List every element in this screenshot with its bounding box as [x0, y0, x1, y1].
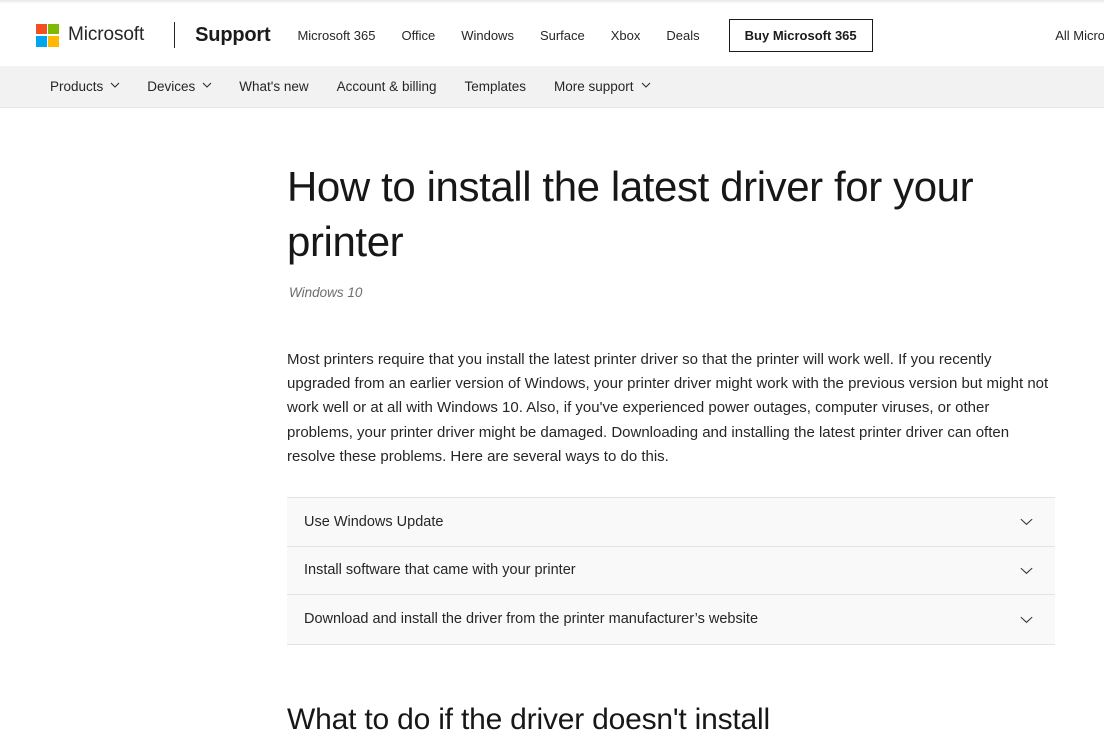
microsoft-wordmark: Microsoft: [68, 24, 145, 45]
support-home-link[interactable]: Support: [195, 24, 270, 47]
catnav-item-products[interactable]: Products: [36, 66, 133, 108]
chevron-down-icon[interactable]: [1018, 513, 1035, 530]
accordion-label: Download and install the driver from the…: [304, 611, 759, 628]
chevron-down-icon: [110, 80, 120, 89]
header-link-surface[interactable]: Surface: [527, 22, 598, 49]
header-divider: [174, 22, 176, 48]
header-right-group: All Microsoft: [1055, 4, 1104, 66]
chevron-down-icon[interactable]: [1018, 611, 1035, 628]
logo-square-green: [48, 23, 59, 35]
header-link-windows[interactable]: Windows: [448, 22, 527, 49]
chevron-down-icon: [202, 80, 212, 89]
accordion-list: Use Windows Update Install software that…: [287, 497, 1055, 645]
accordion-item-install-software[interactable]: Install software that came with your pri…: [287, 546, 1055, 596]
section-title: What to do if the driver doesn't install: [287, 702, 770, 736]
accordion-item-download-driver[interactable]: Download and install the driver from the…: [287, 595, 1055, 644]
header-link-xbox[interactable]: Xbox: [598, 22, 654, 49]
catnav-item-more-support[interactable]: More support: [540, 66, 664, 108]
accordion-item-use-windows-update[interactable]: Use Windows Update: [287, 498, 1055, 547]
catnav-label: Templates: [464, 78, 526, 94]
catnav-label: What's new: [239, 78, 309, 94]
catnav-label: Devices: [147, 78, 196, 94]
header-link-office[interactable]: Office: [388, 22, 448, 49]
accordion-label: Install software that came with your pri…: [304, 562, 576, 579]
catnav-label: Account & billing: [336, 78, 437, 94]
catnav-label: More support: [554, 78, 634, 94]
category-nav: Products Devices What's new Account & bi…: [0, 66, 1104, 108]
all-microsoft-link[interactable]: All Microsoft: [1055, 28, 1104, 43]
chevron-down-icon[interactable]: [1018, 562, 1035, 579]
intro-paragraph: Most printers require that you install t…: [287, 351, 1049, 465]
catnav-item-whats-new[interactable]: What's new: [225, 66, 322, 108]
logo-square-blue: [36, 35, 47, 47]
catnav-item-templates[interactable]: Templates: [450, 66, 540, 108]
catnav-label: Products: [50, 78, 104, 94]
buy-microsoft-365-button[interactable]: Buy Microsoft 365: [728, 18, 873, 52]
header-link-microsoft-365[interactable]: Microsoft 365: [284, 22, 388, 49]
universal-header: Microsoft Support Microsoft 365 Office W…: [0, 4, 1104, 66]
page-title: How to install the latest driver for you…: [287, 163, 974, 265]
header-nav: Microsoft 365 Office Windows Surface Xbo…: [284, 22, 712, 49]
catnav-item-devices[interactable]: Devices: [133, 66, 225, 108]
article-body: How to install the latest driver for you…: [0, 108, 1104, 739]
catnav-item-account-billing[interactable]: Account & billing: [323, 66, 451, 108]
header-link-deals[interactable]: Deals: [653, 22, 712, 49]
applies-to-label: Windows 10: [289, 285, 363, 300]
logo-square-yellow: [48, 35, 59, 47]
microsoft-logo-icon: [36, 23, 59, 47]
logo-square-red: [36, 23, 47, 35]
accordion-label: Use Windows Update: [304, 513, 444, 530]
chevron-down-icon: [641, 80, 650, 89]
microsoft-home-link[interactable]: Microsoft: [36, 23, 145, 47]
